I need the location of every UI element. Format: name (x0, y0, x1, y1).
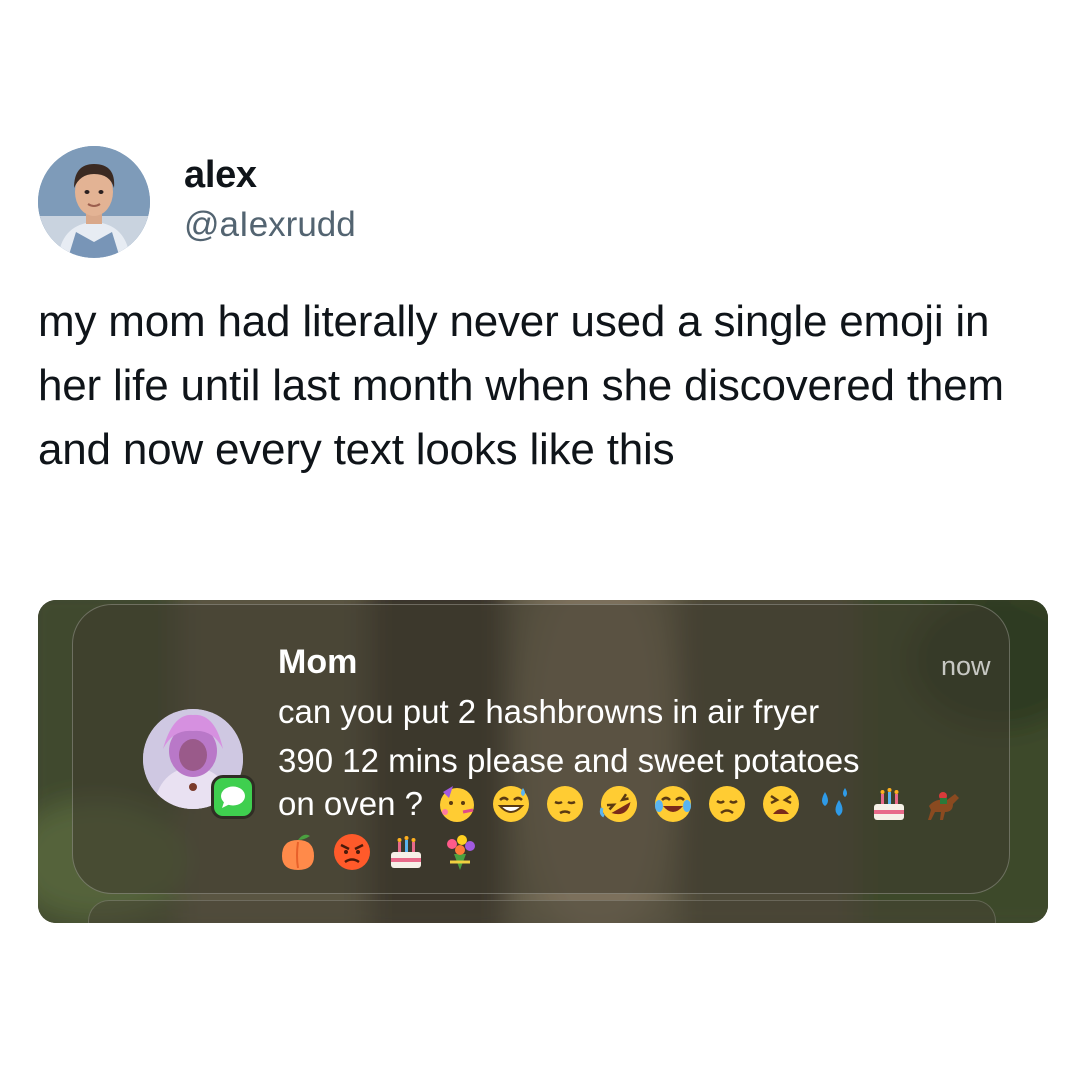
message-emoji-line (278, 830, 494, 874)
message-line: can you put 2 hashbrowns in air fryer (278, 693, 820, 730)
bouquet-icon (440, 832, 480, 872)
user-handle[interactable]: @aIexrudd (184, 205, 356, 245)
messages-app-icon (211, 775, 255, 819)
tired-face-icon (761, 784, 801, 824)
partying-face-icon (437, 784, 477, 824)
profile-avatar[interactable] (38, 146, 150, 258)
display-name[interactable]: alex (184, 154, 257, 197)
sweat-droplets-icon (815, 784, 855, 824)
tears-of-joy-icon (653, 784, 693, 824)
horse-racing-icon (923, 784, 963, 824)
attached-image[interactable]: Mom now can you put 2 hashbrowns in air … (38, 600, 1048, 923)
message-line: on oven ? (278, 785, 423, 822)
notification-timestamp: now (941, 651, 991, 681)
birthday-cake-icon (869, 784, 909, 824)
message-body: can you put 2 hashbrowns in air fryer 39… (278, 687, 998, 785)
disappointed-face-icon (707, 784, 747, 824)
grinning-sweat-icon (491, 784, 531, 824)
sender-name: Mom (278, 643, 358, 681)
angry-face-icon (332, 832, 372, 872)
notification-card[interactable]: Mom now can you put 2 hashbrowns in air … (72, 604, 1010, 894)
stacked-notification-edge (88, 900, 996, 923)
pensive-face-icon (545, 784, 585, 824)
peach-icon (278, 832, 318, 872)
tweet-text: my mom had literally never used a single… (38, 297, 1004, 474)
birthday-cake-icon (386, 832, 426, 872)
message-emoji-line: on oven ? (278, 782, 977, 826)
message-line: 390 12 mins please and sweet potatoes (278, 742, 860, 779)
rolling-laughing-icon (599, 784, 639, 824)
